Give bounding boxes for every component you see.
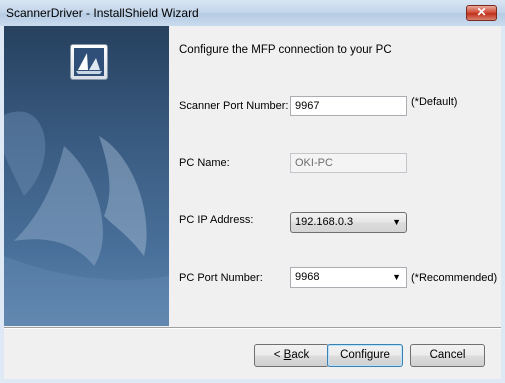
pc-name-field: OKI-PC <box>290 153 407 173</box>
back-rest: ack <box>291 349 310 361</box>
window-frame: Configure the MFP connection to your PC … <box>0 26 505 383</box>
chevron-down-icon[interactable]: ▼ <box>392 272 401 282</box>
wizard-client-area: Configure the MFP connection to your PC … <box>4 26 501 379</box>
pc-ip-label: PC IP Address: <box>179 214 254 226</box>
page-heading: Configure the MFP connection to your PC <box>179 44 392 56</box>
divider <box>4 327 501 329</box>
scanner-port-input[interactable]: 9967 <box>290 96 407 116</box>
scanner-port-label: Scanner Port Number: <box>179 100 289 112</box>
chevron-down-icon[interactable]: ▼ <box>392 217 401 227</box>
close-button[interactable] <box>466 5 497 21</box>
pc-port-label: PC Port Number: <box>179 272 263 284</box>
back-button[interactable]: < Back <box>254 344 329 367</box>
cancel-button[interactable]: Cancel <box>410 344 485 367</box>
pc-port-value: 9968 <box>295 271 320 283</box>
wizard-banner-image <box>4 26 169 326</box>
pc-port-note: (*Recommended) <box>411 272 498 284</box>
pc-ip-value: 192.168.0.3 <box>295 216 354 228</box>
scanner-port-note: (*Default) <box>411 96 458 108</box>
pc-ip-dropdown[interactable]: 192.168.0.3 ▼ <box>290 212 407 233</box>
title-bar[interactable]: ScannerDriver - InstallShield Wizard <box>0 0 505 27</box>
window-title: ScannerDriver - InstallShield Wizard <box>6 6 199 20</box>
configure-button[interactable]: Configure <box>327 344 403 367</box>
pc-port-combobox[interactable]: 9968 ▼ <box>290 267 407 288</box>
installshield-logo-icon <box>70 44 108 80</box>
back-prefix: < <box>273 349 284 361</box>
pc-name-label: PC Name: <box>179 157 230 169</box>
